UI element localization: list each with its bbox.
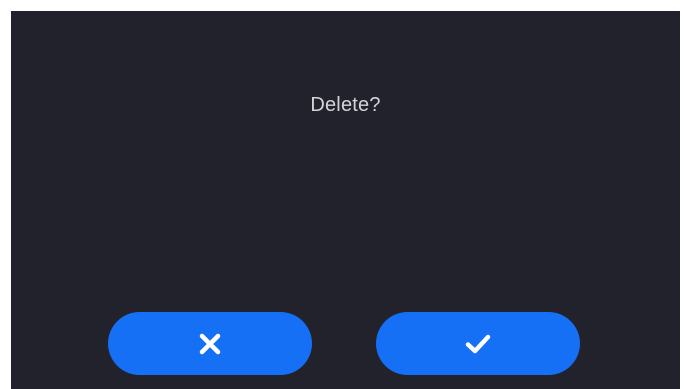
confirm-button[interactable] [376,312,580,375]
close-icon [196,330,224,358]
check-icon [464,330,492,358]
cancel-button[interactable] [108,312,312,375]
dialog-prompt: Delete? [310,94,381,116]
delete-confirmation-screen: Delete? [11,11,680,389]
